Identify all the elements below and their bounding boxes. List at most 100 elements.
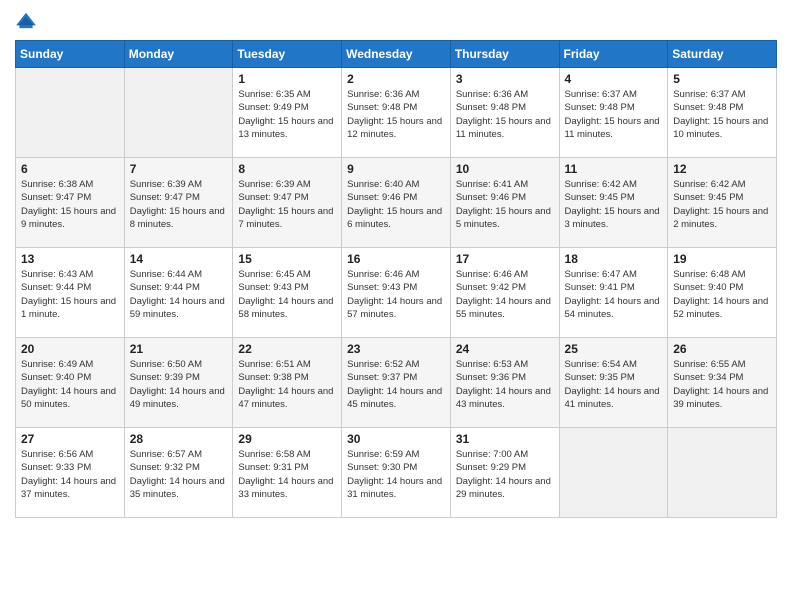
calendar-cell: 27 Sunrise: 6:56 AMSunset: 9:33 PMDayligh… (16, 428, 125, 518)
day-number: 12 (673, 162, 771, 176)
header (15, 10, 777, 32)
day-info: Sunrise: 6:59 AMSunset: 9:30 PMDaylight:… (347, 448, 445, 501)
day-info: Sunrise: 6:53 AMSunset: 9:36 PMDaylight:… (456, 358, 554, 411)
day-info: Sunrise: 6:36 AMSunset: 9:48 PMDaylight:… (347, 88, 445, 141)
calendar-cell: 28 Sunrise: 6:57 AMSunset: 9:32 PMDayligh… (124, 428, 233, 518)
calendar-cell: 12 Sunrise: 6:42 AMSunset: 9:45 PMDayligh… (668, 158, 777, 248)
day-info: Sunrise: 6:54 AMSunset: 9:35 PMDaylight:… (565, 358, 663, 411)
calendar-cell: 9Sunrise: 6:40 AMSunset: 9:46 PMDaylight… (342, 158, 451, 248)
calendar-cell: 30 Sunrise: 6:59 AMSunset: 9:30 PMDayligh… (342, 428, 451, 518)
day-info: Sunrise: 6:38 AMSunset: 9:47 PMDaylight:… (21, 178, 119, 231)
day-number: 23 (347, 342, 445, 356)
calendar-cell: 24 Sunrise: 6:53 AMSunset: 9:36 PMDayligh… (450, 338, 559, 428)
day-info: Sunrise: 6:46 AMSunset: 9:43 PMDaylight:… (347, 268, 445, 321)
week-row-3: 13Sunrise: 6:43 AMSunset: 9:44 PMDayligh… (16, 248, 777, 338)
calendar-cell: 29 Sunrise: 6:58 AMSunset: 9:31 PMDayligh… (233, 428, 342, 518)
day-info: Sunrise: 6:41 AMSunset: 9:46 PMDaylight:… (456, 178, 554, 231)
calendar-cell: 19 Sunrise: 6:48 AMSunset: 9:40 PMDayligh… (668, 248, 777, 338)
calendar-cell: 26Sunrise: 6:55 AMSunset: 9:34 PMDayligh… (668, 338, 777, 428)
day-info: Sunrise: 6:37 AMSunset: 9:48 PMDaylight:… (565, 88, 663, 141)
weekday-header-thursday: Thursday (450, 41, 559, 68)
day-number: 6 (21, 162, 119, 176)
day-info: Sunrise: 6:56 AMSunset: 9:33 PMDaylight:… (21, 448, 119, 501)
calendar-cell: 3 Sunrise: 6:36 AMSunset: 9:48 PMDaylight… (450, 68, 559, 158)
logo (15, 10, 41, 32)
calendar-cell (668, 428, 777, 518)
weekday-header-monday: Monday (124, 41, 233, 68)
day-number: 1 (238, 72, 336, 86)
day-number: 22 (238, 342, 336, 356)
calendar-cell: 1 Sunrise: 6:35 AMSunset: 9:49 PMDaylight… (233, 68, 342, 158)
day-number: 21 (130, 342, 228, 356)
day-number: 7 (130, 162, 228, 176)
calendar-cell: 20Sunrise: 6:49 AMSunset: 9:40 PMDayligh… (16, 338, 125, 428)
day-number: 3 (456, 72, 554, 86)
calendar-cell: 2Sunrise: 6:36 AMSunset: 9:48 PMDaylight… (342, 68, 451, 158)
day-info: Sunrise: 6:46 AMSunset: 9:42 PMDaylight:… (456, 268, 554, 321)
calendar-cell: 18Sunrise: 6:47 AMSunset: 9:41 PMDayligh… (559, 248, 668, 338)
day-number: 26 (673, 342, 771, 356)
calendar-cell: 14Sunrise: 6:44 AMSunset: 9:44 PMDayligh… (124, 248, 233, 338)
day-number: 28 (130, 432, 228, 446)
calendar-cell: 13Sunrise: 6:43 AMSunset: 9:44 PMDayligh… (16, 248, 125, 338)
day-info: Sunrise: 6:57 AMSunset: 9:32 PMDaylight:… (130, 448, 228, 501)
week-row-5: 27 Sunrise: 6:56 AMSunset: 9:33 PMDayligh… (16, 428, 777, 518)
calendar-cell: 8 Sunrise: 6:39 AMSunset: 9:47 PMDaylight… (233, 158, 342, 248)
day-info: Sunrise: 6:52 AMSunset: 9:37 PMDaylight:… (347, 358, 445, 411)
day-number: 17 (456, 252, 554, 266)
day-info: Sunrise: 6:44 AMSunset: 9:44 PMDaylight:… (130, 268, 228, 321)
day-info: Sunrise: 7:00 AMSunset: 9:29 PMDaylight:… (456, 448, 554, 501)
calendar-cell: 16 Sunrise: 6:46 AMSunset: 9:43 PMDayligh… (342, 248, 451, 338)
logo-icon (15, 10, 37, 32)
day-info: Sunrise: 6:58 AMSunset: 9:31 PMDaylight:… (238, 448, 336, 501)
calendar-cell (124, 68, 233, 158)
day-number: 15 (238, 252, 336, 266)
calendar-cell (16, 68, 125, 158)
day-info: Sunrise: 6:49 AMSunset: 9:40 PMDaylight:… (21, 358, 119, 411)
day-info: Sunrise: 6:36 AMSunset: 9:48 PMDaylight:… (456, 88, 554, 141)
day-number: 11 (565, 162, 663, 176)
weekday-header-row: SundayMondayTuesdayWednesdayThursdayFrid… (16, 41, 777, 68)
calendar-cell: 7Sunrise: 6:39 AMSunset: 9:47 PMDaylight… (124, 158, 233, 248)
weekday-header-saturday: Saturday (668, 41, 777, 68)
calendar-cell (559, 428, 668, 518)
day-info: Sunrise: 6:48 AMSunset: 9:40 PMDaylight:… (673, 268, 771, 321)
calendar-cell: 6 Sunrise: 6:38 AMSunset: 9:47 PMDaylight… (16, 158, 125, 248)
calendar-cell: 15 Sunrise: 6:45 AMSunset: 9:43 PMDayligh… (233, 248, 342, 338)
day-number: 25 (565, 342, 663, 356)
calendar-cell: 25 Sunrise: 6:54 AMSunset: 9:35 PMDayligh… (559, 338, 668, 428)
weekday-header-tuesday: Tuesday (233, 41, 342, 68)
calendar-cell: 31Sunrise: 7:00 AMSunset: 9:29 PMDayligh… (450, 428, 559, 518)
day-info: Sunrise: 6:37 AMSunset: 9:48 PMDaylight:… (673, 88, 771, 141)
day-number: 5 (673, 72, 771, 86)
calendar-cell: 5 Sunrise: 6:37 AMSunset: 9:48 PMDaylight… (668, 68, 777, 158)
day-number: 10 (456, 162, 554, 176)
calendar-cell: 11 Sunrise: 6:42 AMSunset: 9:45 PMDayligh… (559, 158, 668, 248)
week-row-2: 6 Sunrise: 6:38 AMSunset: 9:47 PMDaylight… (16, 158, 777, 248)
weekday-header-sunday: Sunday (16, 41, 125, 68)
calendar-cell: 4 Sunrise: 6:37 AMSunset: 9:48 PMDaylight… (559, 68, 668, 158)
day-number: 4 (565, 72, 663, 86)
week-row-4: 20Sunrise: 6:49 AMSunset: 9:40 PMDayligh… (16, 338, 777, 428)
weekday-header-wednesday: Wednesday (342, 41, 451, 68)
day-number: 30 (347, 432, 445, 446)
calendar-cell: 10 Sunrise: 6:41 AMSunset: 9:46 PMDayligh… (450, 158, 559, 248)
day-number: 19 (673, 252, 771, 266)
day-info: Sunrise: 6:42 AMSunset: 9:45 PMDaylight:… (565, 178, 663, 231)
calendar-cell: 23 Sunrise: 6:52 AMSunset: 9:37 PMDayligh… (342, 338, 451, 428)
day-info: Sunrise: 6:39 AMSunset: 9:47 PMDaylight:… (238, 178, 336, 231)
calendar-cell: 21Sunrise: 6:50 AMSunset: 9:39 PMDayligh… (124, 338, 233, 428)
day-info: Sunrise: 6:42 AMSunset: 9:45 PMDaylight:… (673, 178, 771, 231)
day-info: Sunrise: 6:45 AMSunset: 9:43 PMDaylight:… (238, 268, 336, 321)
day-number: 27 (21, 432, 119, 446)
day-number: 24 (456, 342, 554, 356)
calendar-cell: 17 Sunrise: 6:46 AMSunset: 9:42 PMDayligh… (450, 248, 559, 338)
day-number: 29 (238, 432, 336, 446)
calendar-cell: 22Sunrise: 6:51 AMSunset: 9:38 PMDayligh… (233, 338, 342, 428)
page: SundayMondayTuesdayWednesdayThursdayFrid… (0, 0, 792, 612)
day-number: 16 (347, 252, 445, 266)
week-row-1: 1 Sunrise: 6:35 AMSunset: 9:49 PMDaylight… (16, 68, 777, 158)
day-info: Sunrise: 6:35 AMSunset: 9:49 PMDaylight:… (238, 88, 336, 141)
day-number: 8 (238, 162, 336, 176)
day-info: Sunrise: 6:43 AMSunset: 9:44 PMDaylight:… (21, 268, 119, 321)
